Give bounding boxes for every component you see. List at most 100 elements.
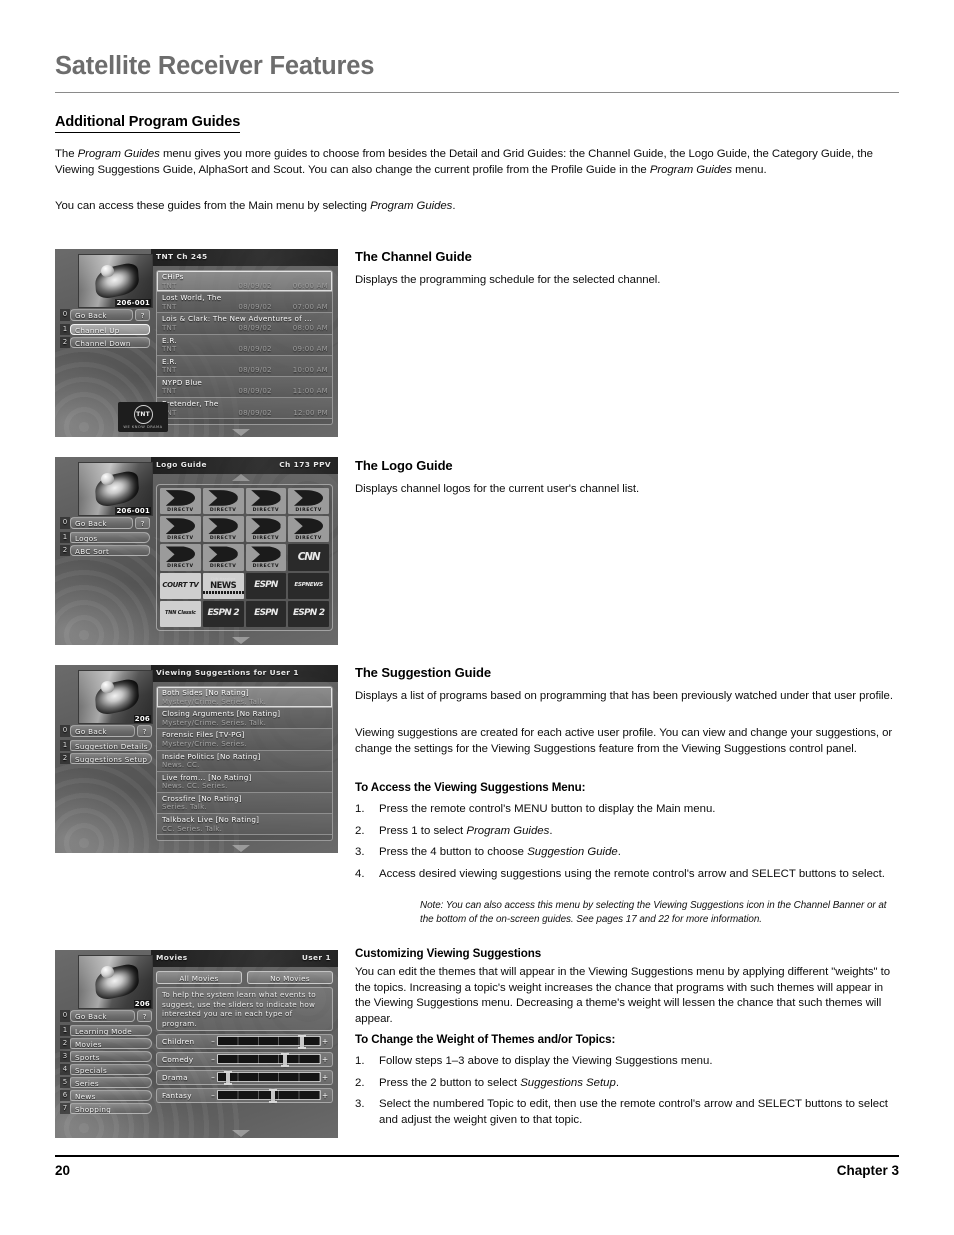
- suggestion-row[interactable]: Both Sides [No Rating] Mystery/Crime. Se…: [157, 687, 332, 709]
- all-movies-button[interactable]: All Movies: [156, 971, 242, 984]
- slider-row-comedy[interactable]: Comedy – +: [156, 1051, 333, 1068]
- logo-cell-directv[interactable]: DIRECTV: [160, 516, 201, 543]
- slider-increase-icon[interactable]: +: [321, 1091, 329, 1100]
- scroll-down-icon[interactable]: [231, 845, 250, 852]
- menu-item-suggestions-setup[interactable]: 2 Suggestions Setup: [60, 752, 152, 764]
- help-button[interactable]: ?: [135, 517, 150, 529]
- program-time: 12:00 PM: [293, 408, 328, 417]
- slider-track[interactable]: [217, 1071, 321, 1086]
- scroll-down-icon[interactable]: [231, 429, 250, 436]
- logo-cell-court-tv[interactable]: COURT TV: [160, 572, 201, 599]
- slider-thumb[interactable]: [269, 1089, 278, 1104]
- slider-decrease-icon[interactable]: –: [209, 1055, 217, 1064]
- menu-item-go-back[interactable]: 0 Go Back ?: [60, 1010, 152, 1022]
- scroll-down-icon[interactable]: [231, 637, 250, 644]
- slider-track[interactable]: [217, 1053, 321, 1068]
- program-row[interactable]: E.R. TNT 08/09/02 10:00 AM: [157, 355, 332, 377]
- logo-cell-cnn[interactable]: CNN: [288, 544, 329, 571]
- program-title: NYPD Blue: [162, 377, 203, 387]
- menu-item-abc-sort[interactable]: 2 ABC Sort: [60, 544, 150, 556]
- logo-cell-espn2[interactable]: ESPN 2: [288, 600, 329, 627]
- logo-cell-directv[interactable]: DIRECTV: [160, 488, 201, 515]
- logo-cell-espn[interactable]: ESPN: [245, 572, 287, 599]
- logo-cell-cnn-headline-news[interactable]: CNN Headline NEWS: [202, 572, 244, 599]
- menu-item-movies[interactable]: 2 Movies: [60, 1037, 152, 1049]
- logo-cell-tnn-classic[interactable]: TNN Classic: [160, 600, 201, 627]
- suggestion-row[interactable]: Talkback Live [No Rating] CC. Series. Ta…: [157, 814, 332, 836]
- help-button[interactable]: ?: [137, 725, 152, 737]
- suggestion-genres: Mystery/Crime. Series.: [162, 739, 247, 748]
- program-row[interactable]: Lois & Clark: The New Adventures of ... …: [157, 313, 332, 335]
- suggestion-row[interactable]: Inside Politics [No Rating] News. CC.: [157, 750, 332, 772]
- help-button[interactable]: ?: [137, 1010, 152, 1022]
- logo-cell-directv[interactable]: DIRECTV: [202, 516, 244, 543]
- slider-increase-icon[interactable]: +: [321, 1073, 329, 1082]
- slider-track[interactable]: [217, 1035, 321, 1050]
- slider-increase-icon[interactable]: +: [321, 1037, 329, 1046]
- setup-description: To help the system learn what events to …: [156, 987, 333, 1031]
- menu-item-go-back[interactable]: 0 Go Back ?: [60, 309, 150, 321]
- program-row[interactable]: Lost World, The TNT 08/09/02 07:00 AM: [157, 292, 332, 314]
- suggestion-title: Inside Politics [No Rating]: [162, 751, 261, 761]
- intro-p1-a: The: [55, 148, 78, 160]
- logo-cell-directv[interactable]: DIRECTV: [160, 544, 201, 571]
- menu-item-news[interactable]: 6 News: [60, 1089, 152, 1101]
- menu-item-channel-up[interactable]: 1 Channel Up: [60, 323, 150, 335]
- slider-row-children[interactable]: Children – +: [156, 1033, 333, 1050]
- menu-item-specials[interactable]: 4 Specials: [60, 1063, 152, 1075]
- no-movies-button[interactable]: No Movies: [247, 971, 333, 984]
- slider-row-fantasy[interactable]: Fantasy – +: [156, 1087, 333, 1104]
- logo-cell-directv[interactable]: DIRECTV: [288, 516, 329, 543]
- directv-logo-icon: DIRECTV: [245, 516, 287, 543]
- channel-logo-grid[interactable]: DIRECTV DIRECTV DIRECTV DIRECTV DIRECTV …: [156, 484, 333, 631]
- suggestion-row[interactable]: Closing Arguments [No Rating] Mystery/Cr…: [157, 708, 332, 730]
- menu-item-logos[interactable]: 1 Logos: [60, 531, 150, 543]
- menu-item-sports[interactable]: 3 Sports: [60, 1050, 152, 1062]
- logo-cell-directv[interactable]: DIRECTV: [245, 488, 287, 515]
- logo-cell-espnews[interactable]: ESPNEWS: [288, 572, 329, 599]
- directv-logo-icon: DIRECTV: [202, 544, 244, 571]
- slider-thumb[interactable]: [224, 1071, 233, 1086]
- slider-decrease-icon[interactable]: –: [209, 1091, 217, 1100]
- directv-wordmark: DIRECTV: [295, 507, 322, 513]
- logo-cell-espn2[interactable]: ESPN 2: [202, 600, 244, 627]
- suggestion-row[interactable]: Forensic Files [TV-PG] Mystery/Crime. Se…: [157, 729, 332, 751]
- program-row[interactable]: E.R. TNT 08/09/02 09:00 AM: [157, 334, 332, 356]
- video-thumbnail: 206-001: [78, 254, 153, 308]
- menu-item-series[interactable]: 5 Series: [60, 1076, 152, 1088]
- help-button[interactable]: ?: [135, 309, 150, 321]
- slider-thumb[interactable]: [297, 1035, 306, 1050]
- suggestion-row[interactable]: Live from... [No Rating] News. CC. Serie…: [157, 771, 332, 793]
- slider-decrease-icon[interactable]: –: [209, 1037, 217, 1046]
- list-item-text-end: .: [549, 824, 553, 837]
- list-item: 3. Press the 4 button to choose Suggestio…: [355, 845, 900, 861]
- logo-cell-directv[interactable]: DIRECTV: [202, 488, 244, 515]
- menu-item-label: Learning Mode: [70, 1024, 152, 1036]
- program-row[interactable]: NYPD Blue TNT 08/09/02 11:00 AM: [157, 376, 332, 399]
- slider-row-drama[interactable]: Drama – +: [156, 1069, 333, 1086]
- logo-cell-espn[interactable]: ESPN: [245, 600, 287, 627]
- menu-item-shopping[interactable]: 7 Shopping: [60, 1102, 152, 1114]
- logo-cell-directv[interactable]: DIRECTV: [245, 516, 287, 543]
- slider-thumb[interactable]: [281, 1053, 290, 1068]
- slider-decrease-icon[interactable]: –: [209, 1073, 217, 1082]
- scroll-down-icon[interactable]: [231, 1130, 250, 1137]
- program-row[interactable]: Pretender, The TNT 08/09/02 12:00 PM: [157, 398, 332, 420]
- menu-item-learning-mode[interactable]: 1 Learning Mode: [60, 1024, 152, 1036]
- menu-item-go-back[interactable]: 0 Go Back ?: [60, 517, 150, 529]
- menu-item-suggestion-details[interactable]: 1 Suggestion Details: [60, 739, 152, 751]
- program-title: Lost World, The: [162, 293, 222, 303]
- slider-increase-icon[interactable]: +: [321, 1055, 329, 1064]
- suggestion-row[interactable]: Crossfire [No Rating] Series. Talk.: [157, 792, 332, 815]
- menu-item-go-back[interactable]: 0 Go Back ?: [60, 725, 152, 737]
- scroll-up-icon[interactable]: [231, 474, 250, 481]
- slider-track[interactable]: [217, 1089, 321, 1104]
- menu-item-channel-down[interactable]: 2 Channel Down: [60, 336, 150, 348]
- suggestion-title: Talkback Live [No Rating]: [162, 815, 260, 825]
- suggestion-list[interactable]: Both Sides [No Rating] Mystery/Crime. Se…: [156, 686, 333, 841]
- logo-cell-directv[interactable]: DIRECTV: [245, 544, 287, 571]
- program-list[interactable]: CHiPs TNT 08/09/02 06:00 AM Lost World, …: [156, 270, 333, 425]
- logo-cell-directv[interactable]: DIRECTV: [288, 488, 329, 515]
- logo-cell-directv[interactable]: DIRECTV: [202, 544, 244, 571]
- program-row[interactable]: CHiPs TNT 08/09/02 06:00 AM: [157, 271, 332, 293]
